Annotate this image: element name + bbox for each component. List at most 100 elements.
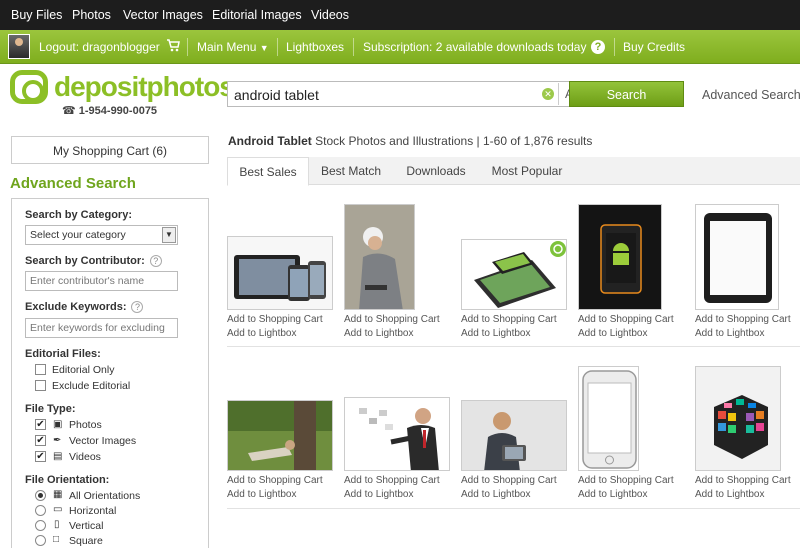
result-thumbnail-businessman-flying-papers[interactable] [344,397,450,471]
add-to-lightbox-link[interactable]: Add to Lightbox [695,327,765,341]
cart-icon[interactable] [166,39,180,55]
all-orientations-label: All Orientations [69,490,141,502]
add-to-cart-link[interactable]: Add to Shopping Cart [344,313,440,327]
add-to-lightbox-link[interactable]: Add to Lightbox [344,488,414,502]
logout-link[interactable]: Logout: dragonblogger [39,40,160,54]
add-to-lightbox-link[interactable]: Add to Lightbox [227,488,297,502]
tab-best-sales[interactable]: Best Sales [227,157,309,186]
category-label: Search by Category: [25,209,132,221]
add-to-lightbox-link[interactable]: Add to Lightbox [578,327,648,341]
nav-editorial-images[interactable]: Editorial Images [212,8,302,22]
exclude-label-text: Exclude Keywords: [25,301,127,313]
result-thumbnail-black-tablet[interactable] [695,204,779,310]
exclude-editorial-checkbox[interactable] [35,380,46,391]
orientation-label: File Orientation: [25,474,110,486]
advanced-search-title: Advanced Search [10,175,136,192]
horizontal-radio[interactable] [35,505,46,516]
advanced-search-link[interactable]: Advanced Search [702,88,800,102]
search-input[interactable] [234,86,534,103]
exclude-label: Exclude Keywords:? [25,301,144,313]
filter-panel: Search by Category: Select your category… [11,198,209,548]
editorial-only-label: Editorial Only [52,364,115,376]
videos-checkbox[interactable]: ✔ [35,451,46,462]
category-select[interactable]: Select your category ▼ [25,225,178,245]
tab-downloads[interactable]: Downloads [393,157,479,185]
lightboxes-link[interactable]: Lightboxes [286,40,344,54]
add-to-lightbox-link[interactable]: Add to Lightbox [461,327,531,341]
divider [187,38,188,56]
nav-videos[interactable]: Videos [311,8,349,22]
query-title: Android Tablet [228,134,312,148]
file-type-label: File Type: [25,403,76,415]
result-thumbnail-white-phone[interactable] [578,366,639,471]
pen-icon: ✒ [53,435,62,446]
result-thumbnail-businessman-with-tablet[interactable] [461,400,567,471]
search-button[interactable]: Search [569,81,684,107]
row-divider [227,346,800,347]
add-to-lightbox-link[interactable]: Add to Lightbox [578,488,648,502]
add-to-lightbox-link[interactable]: Add to Lightbox [344,327,414,341]
nav-photos[interactable]: Photos [72,8,111,22]
add-to-cart-link[interactable]: Add to Shopping Cart [695,313,791,327]
result-thumbnail-man-under-tree[interactable] [227,400,333,471]
add-to-cart-link[interactable]: Add to Shopping Cart [461,474,557,488]
buy-credits-link[interactable]: Buy Credits [623,40,685,54]
results-heading: Android Tablet Stock Photos and Illustra… [228,134,592,148]
add-to-lightbox-link[interactable]: Add to Lightbox [461,488,531,502]
phone-text: 1-954-990-0075 [78,105,158,117]
clear-icon[interactable]: ✕ [542,88,554,100]
add-to-cart-link[interactable]: Add to Shopping Cart [461,313,557,327]
add-to-cart-link[interactable]: Add to Shopping Cart [344,474,440,488]
add-to-cart-link[interactable]: Add to Shopping Cart [578,474,674,488]
horizontal-icon: ▭ [53,504,63,515]
nav-vector-images[interactable]: Vector Images [123,8,203,22]
avatar[interactable] [8,34,30,59]
tab-most-popular[interactable]: Most Popular [479,157,575,185]
result-thumbnail-tablet-and-phones[interactable] [227,236,333,310]
contributor-label-text: Search by Contributor: [25,255,145,267]
clapper-icon: ▤ [53,451,63,462]
vertical-radio[interactable] [35,520,46,531]
result-thumbnail-tablets-stack[interactable] [461,239,567,310]
divider [277,38,278,56]
exclude-editorial-label: Exclude Editorial [52,380,131,392]
add-to-lightbox-link[interactable]: Add to Lightbox [227,327,297,341]
all-orientations-icon: ▦ [53,489,63,500]
subscription-text: Subscription: 2 available downloads toda… [363,40,587,54]
add-to-lightbox-link[interactable]: Add to Lightbox [695,488,765,502]
square-icon: □ [53,534,60,545]
result-thumbnail-app-cube[interactable] [695,366,781,471]
main-menu-label: Main Menu [197,40,257,54]
main-menu-link[interactable]: Main Menu ▼ [197,40,269,54]
vertical-icon: ▯ [54,519,60,530]
divider [353,38,354,56]
contributor-input[interactable]: Enter contributor's name [25,271,178,291]
top-navigation: Buy Files Photos Vector Images Editorial… [0,0,800,30]
help-icon[interactable]: ? [149,255,162,267]
photos-label: Photos [69,419,102,431]
editorial-label: Editorial Files: [25,348,101,360]
all-orientations-radio[interactable] [35,490,46,501]
help-icon[interactable]: ? [131,301,144,313]
square-label: Square [69,535,103,547]
exclude-keywords-input[interactable]: Enter keywords for excluding [25,318,178,338]
add-to-cart-link[interactable]: Add to Shopping Cart [227,313,323,327]
square-radio[interactable] [35,535,46,546]
contributor-label: Search by Contributor:? [25,255,162,267]
sort-tabs: Best Sales Best Match Downloads Most Pop… [227,157,800,186]
add-to-cart-link[interactable]: Add to Shopping Cart [695,474,791,488]
result-thumbnail-woman-with-tablet[interactable] [344,204,415,310]
vertical-label: Vertical [69,520,104,532]
editorial-only-checkbox[interactable] [35,364,46,375]
result-thumbnail-android-phone-dark[interactable] [578,204,662,310]
add-to-cart-link[interactable]: Add to Shopping Cart [227,474,323,488]
add-to-cart-link[interactable]: Add to Shopping Cart [578,313,674,327]
camera-logo-icon [10,70,48,104]
help-icon[interactable]: ? [591,39,605,54]
camera-icon: ▣ [53,419,63,430]
nav-buy-files[interactable]: Buy Files [11,8,62,22]
photos-checkbox[interactable]: ✔ [35,419,46,430]
shopping-cart-button[interactable]: My Shopping Cart (6) [11,136,209,164]
vector-images-checkbox[interactable]: ✔ [35,435,46,446]
tab-best-match[interactable]: Best Match [309,157,393,185]
